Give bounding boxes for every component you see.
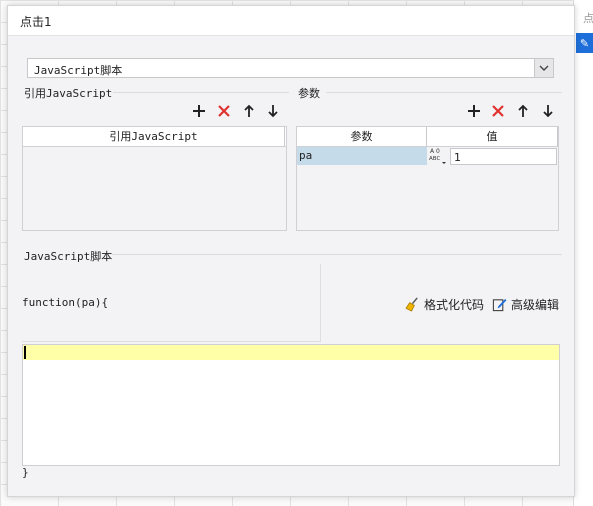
delete-icon bbox=[218, 105, 230, 117]
params-delete-button[interactable] bbox=[489, 102, 507, 120]
dialog-title-bar: 点击1 bbox=[8, 6, 574, 36]
format-code-label: 格式化代码 bbox=[424, 298, 485, 312]
edit-document-icon bbox=[492, 298, 507, 312]
params-move-down-button[interactable] bbox=[539, 102, 557, 120]
plus-icon bbox=[468, 105, 480, 117]
delete-icon bbox=[492, 105, 504, 117]
broom-icon bbox=[405, 297, 418, 312]
script-type-value: JavaScript脚本 bbox=[34, 64, 123, 77]
param-name-column-header[interactable]: 参数 bbox=[297, 127, 427, 146]
advanced-edit-label: 高级编辑 bbox=[511, 298, 560, 312]
chevron-down-icon[interactable] bbox=[534, 59, 553, 77]
arrow-up-icon bbox=[518, 104, 528, 117]
format-code-button[interactable]: 格式化代码 bbox=[405, 296, 484, 313]
plus-icon bbox=[193, 105, 205, 117]
dialog-title: 点击1 bbox=[20, 15, 52, 29]
param-name-cell[interactable]: pa bbox=[297, 147, 427, 165]
advanced-edit-button[interactable]: 高级编辑 bbox=[492, 296, 559, 313]
ref-js-table-header: 引用JavaScript bbox=[23, 127, 286, 147]
ref-js-move-down-button[interactable] bbox=[264, 102, 282, 120]
arrow-down-icon bbox=[543, 105, 553, 118]
arrow-up-icon bbox=[244, 104, 254, 117]
click-event-dialog: 点击1 JavaScript脚本 引用JavaScript 引用JavaScri… bbox=[7, 5, 575, 497]
ref-js-column-header[interactable]: 引用JavaScript bbox=[23, 127, 285, 146]
side-panel-label: 点 bbox=[583, 12, 593, 25]
param-value-column-header[interactable]: 值 bbox=[427, 127, 558, 146]
edit-pencil-icon[interactable]: ✎ bbox=[576, 33, 593, 53]
current-line-highlight bbox=[23, 345, 559, 360]
ref-js-delete-button[interactable] bbox=[215, 102, 233, 120]
arrow-down-icon bbox=[268, 105, 278, 118]
svg-text:0: 0 bbox=[436, 148, 440, 155]
params-add-button[interactable] bbox=[465, 102, 483, 120]
side-panel bbox=[573, 0, 593, 506]
ref-js-add-button[interactable] bbox=[190, 102, 208, 120]
script-section-label: JavaScript脚本 bbox=[24, 250, 113, 263]
svg-text:ABC: ABC bbox=[429, 156, 440, 162]
ref-js-table[interactable]: 引用JavaScript bbox=[22, 126, 287, 231]
params-move-up-button[interactable] bbox=[514, 102, 532, 120]
params-divider bbox=[326, 92, 562, 93]
ref-js-move-up-button[interactable] bbox=[240, 102, 258, 120]
params-table[interactable]: 参数 值 pa A 0 ABC 1 bbox=[296, 126, 559, 231]
ref-js-section-label: 引用JavaScript bbox=[24, 87, 113, 100]
param-value-input[interactable]: 1 bbox=[450, 148, 557, 165]
params-table-header: 参数 值 bbox=[297, 127, 558, 147]
function-closing-brace: } bbox=[22, 466, 29, 479]
script-editor[interactable] bbox=[22, 344, 560, 466]
ref-js-divider bbox=[113, 92, 289, 93]
abc-type-icon[interactable]: A 0 ABC bbox=[427, 147, 449, 165]
svg-text:A: A bbox=[430, 148, 435, 155]
params-section-label: 参数 bbox=[298, 87, 320, 100]
script-type-select[interactable]: JavaScript脚本 bbox=[27, 58, 554, 78]
text-caret bbox=[24, 346, 26, 359]
script-divider bbox=[112, 254, 562, 255]
function-signature: function(pa){ bbox=[22, 296, 109, 309]
